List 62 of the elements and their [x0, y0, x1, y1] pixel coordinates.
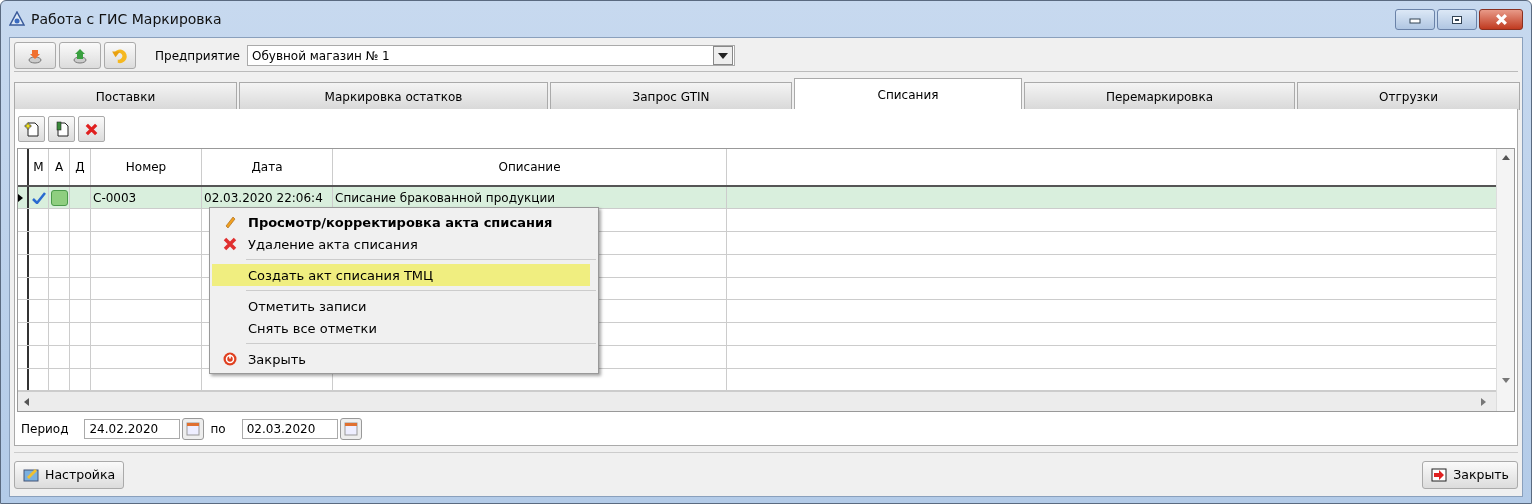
column-header[interactable]: Номер — [91, 149, 202, 185]
settings-icon — [23, 466, 39, 483]
scroll-down-icon[interactable] — [1501, 378, 1510, 384]
tab[interactable]: Запрос GTIN — [550, 82, 792, 111]
edit-document-button[interactable] — [48, 116, 75, 143]
scroll-up-icon[interactable] — [1501, 155, 1510, 161]
column-header[interactable]: Д — [70, 149, 91, 185]
period-label: Период — [21, 422, 69, 437]
menu-item[interactable]: Отметить записи — [212, 295, 590, 317]
tab[interactable]: Перемаркировка — [1024, 82, 1295, 111]
calendar-button[interactable] — [339, 418, 362, 441]
tab[interactable]: Списания — [794, 78, 1022, 111]
refresh-button[interactable] — [104, 42, 136, 70]
delete-icon — [223, 237, 237, 251]
calendar-icon — [343, 422, 358, 437]
calendar-button[interactable] — [182, 418, 205, 441]
date-from-field[interactable]: 24.02.2020 — [84, 419, 181, 440]
exit-icon — [1431, 466, 1448, 483]
enterprise-label: Предприятие — [155, 48, 240, 63]
minimize-icon — [1409, 15, 1421, 24]
close-icon — [1494, 13, 1508, 26]
maximize-button[interactable] — [1437, 9, 1477, 30]
menu-item[interactable]: Удаление акта списания — [212, 233, 590, 255]
column-header[interactable]: А — [49, 149, 70, 185]
table-cell: Списание бракованной продукции — [335, 190, 556, 205]
pencil-icon — [223, 215, 237, 229]
document-icon — [53, 121, 70, 138]
add-document-button[interactable] — [18, 116, 45, 143]
dropdown-arrow-icon — [718, 52, 728, 59]
menu-item[interactable]: Создать акт списания ТМЦ — [212, 264, 590, 286]
tab[interactable]: Отгрузки — [1297, 82, 1520, 111]
close-button[interactable]: Закрыть — [1422, 460, 1518, 489]
column-header[interactable]: М — [29, 149, 49, 185]
enterprise-dropdown[interactable]: Обувной магазин № 1 — [247, 45, 735, 67]
calendar-icon — [186, 422, 201, 437]
menu-item[interactable]: Просмотр/корректировка акта списания — [212, 211, 590, 233]
upload-icon — [72, 47, 88, 64]
app-icon — [9, 11, 25, 27]
table-cell: 02.03.2020 22:06:4 — [204, 190, 323, 205]
period-to-label: по — [210, 422, 226, 437]
menu-item[interactable]: Снять все отметки — [212, 317, 590, 339]
menu-item[interactable]: Закрыть — [212, 348, 590, 370]
column-header[interactable]: Дата — [202, 149, 333, 185]
row-pointer-icon — [18, 193, 23, 202]
delete-button[interactable] — [78, 116, 105, 143]
column-header[interactable]: Описание — [333, 149, 727, 185]
download-icon — [27, 47, 43, 64]
tab[interactable]: Маркировка остатков — [239, 82, 548, 111]
close-window-button[interactable] — [1479, 9, 1523, 30]
date-to-field[interactable]: 02.03.2020 — [241, 419, 338, 440]
maximize-icon — [1451, 14, 1463, 25]
tab[interactable]: Поставки — [14, 82, 237, 111]
window-title: Работа с ГИС Маркировка — [31, 11, 222, 27]
scroll-right-icon[interactable] — [1481, 397, 1486, 406]
scroll-left-icon[interactable] — [24, 397, 29, 406]
settings-button[interactable]: Настройка — [14, 460, 125, 489]
delete-icon — [84, 121, 99, 137]
table-cell: С-0003 — [93, 190, 137, 205]
power-icon — [223, 352, 237, 366]
download-button[interactable] — [14, 42, 56, 70]
add-document-icon — [23, 121, 40, 138]
upload-button[interactable] — [59, 42, 101, 70]
